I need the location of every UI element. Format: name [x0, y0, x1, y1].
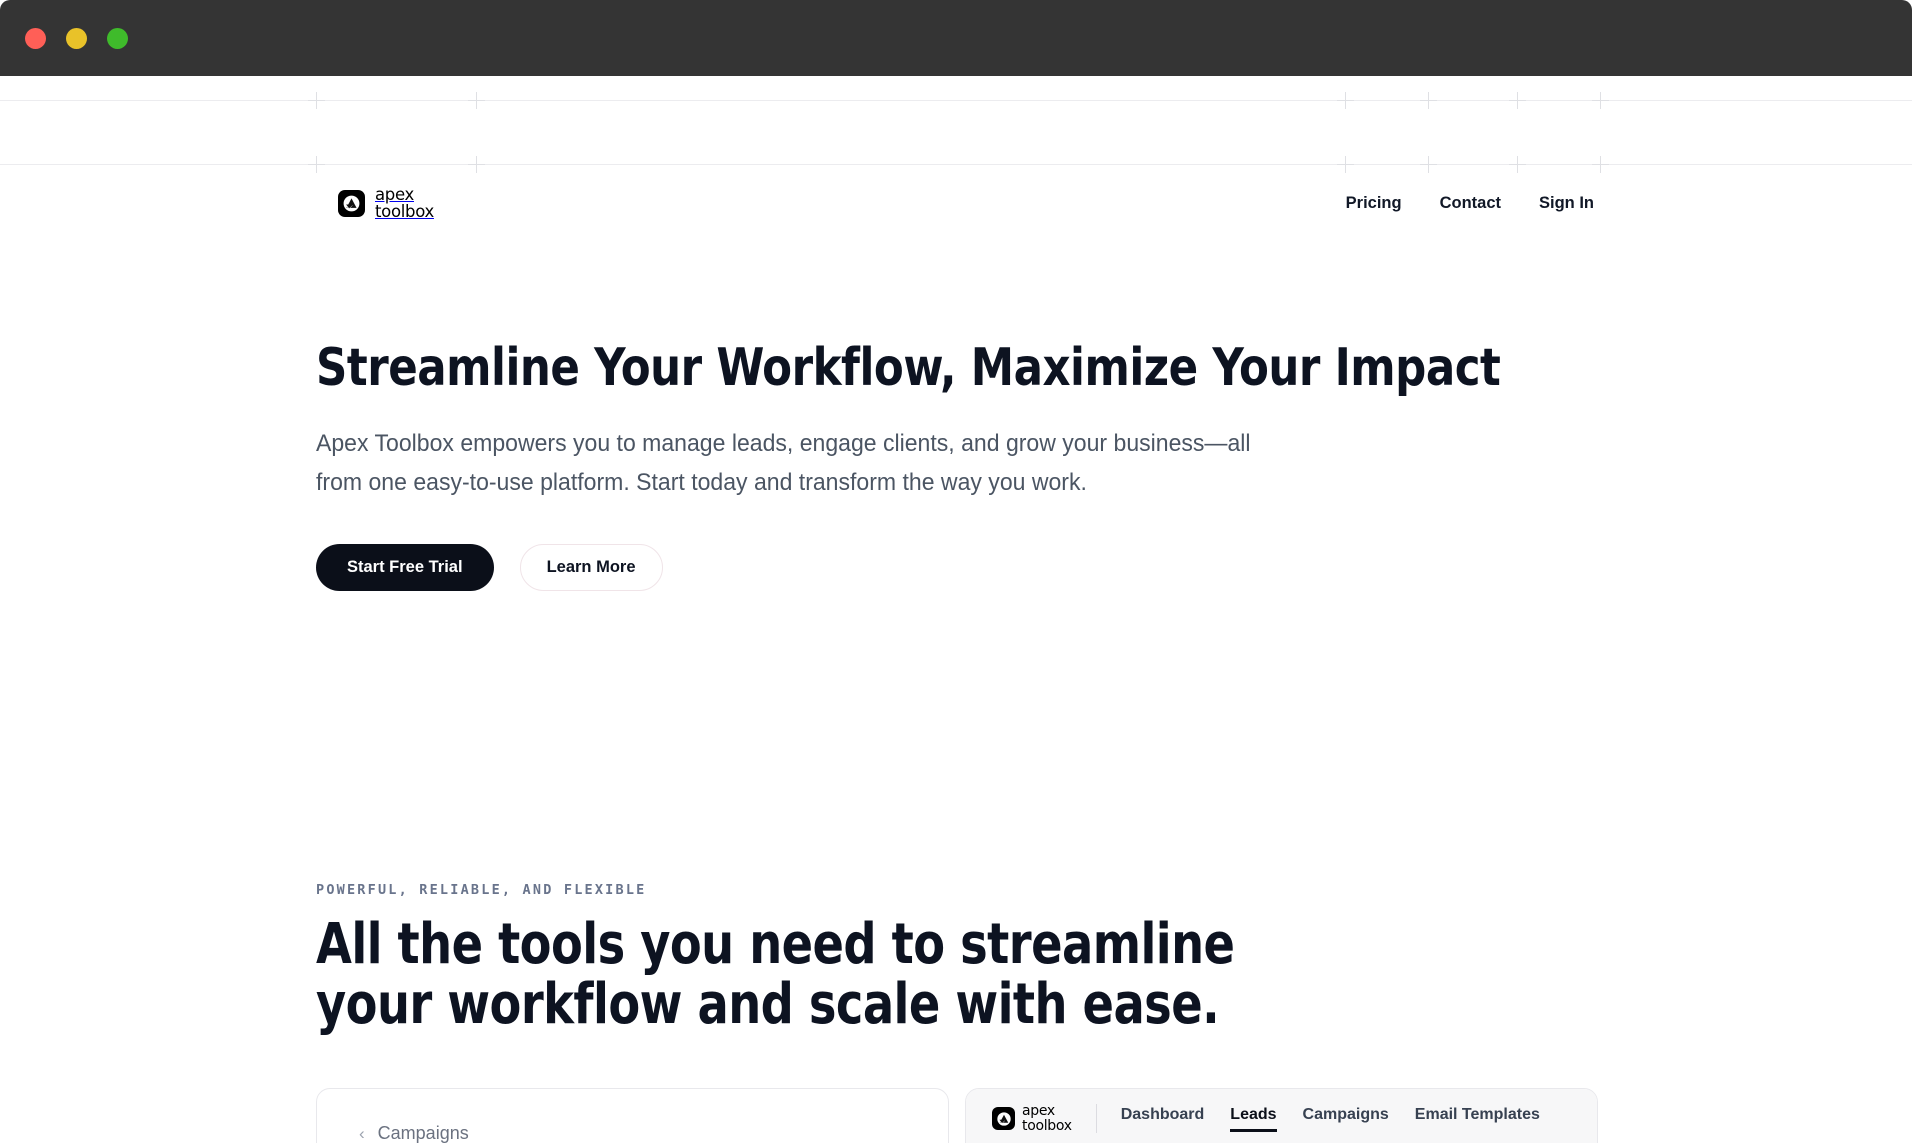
page-content: apex toolbox Pricing Contact Sign In Str…	[0, 76, 1912, 1143]
tab-dashboard[interactable]: Dashboard	[1121, 1106, 1205, 1132]
app-preview-logo-text: apex toolbox	[1022, 1104, 1072, 1133]
main-navigation: Pricing Contact Sign In	[1346, 194, 1594, 213]
app-preview-tabs: Dashboard Leads Campaigns Email Template…	[1121, 1106, 1540, 1132]
features-eyebrow: POWERFUL, RELIABLE, AND FLEXIBLE	[316, 882, 647, 898]
nav-link-sign-in[interactable]: Sign In	[1539, 194, 1594, 213]
app-logo-line2: toolbox	[1022, 1117, 1072, 1134]
app-preview-logo[interactable]: apex toolbox	[992, 1104, 1072, 1133]
window-controls	[25, 28, 128, 49]
brand-logo-text: apex toolbox	[375, 186, 434, 220]
features-heading-line1: All the tools you need to streamline	[316, 912, 1235, 977]
minimize-window-button[interactable]	[66, 28, 87, 49]
learn-more-button[interactable]: Learn More	[519, 544, 663, 591]
hero-section: Streamline Your Workflow, Maximize Your …	[316, 338, 1516, 591]
apex-logo-mark-icon	[992, 1107, 1015, 1130]
nav-link-contact[interactable]: Contact	[1440, 194, 1501, 213]
header-rule-top	[0, 100, 1912, 101]
back-link-label: Campaigns	[377, 1123, 469, 1143]
hero-cta-group: Start Free Trial Learn More	[316, 544, 1516, 591]
preview-cards: ‹ Campaigns FRU Purchase Running	[316, 1088, 1598, 1143]
chevron-left-icon: ‹	[359, 1124, 365, 1143]
site-header	[0, 76, 1912, 173]
hero-subtitle: Apex Toolbox empowers you to manage lead…	[316, 430, 1251, 496]
apex-logo-mark-icon	[338, 189, 365, 217]
back-to-campaigns-link[interactable]: ‹ Campaigns	[359, 1123, 906, 1143]
window-titlebar	[0, 0, 1912, 76]
features-heading: All the tools you need to streamline you…	[316, 915, 1512, 1035]
tab-email-templates[interactable]: Email Templates	[1415, 1106, 1540, 1132]
features-heading-line2: your workflow and scale with ease.	[316, 972, 1220, 1037]
hero-title: Streamline Your Workflow, Maximize Your …	[316, 338, 1501, 398]
header-divider	[1095, 1104, 1097, 1133]
start-free-trial-button[interactable]: Start Free Trial	[316, 544, 494, 591]
features-section: POWERFUL, RELIABLE, AND FLEXIBLE All the…	[316, 882, 1616, 1035]
app-window: apex toolbox Pricing Contact Sign In Str…	[0, 0, 1912, 1143]
tab-campaigns[interactable]: Campaigns	[1303, 1106, 1389, 1132]
app-preview-header: apex toolbox Dashboard Leads Campaigns E…	[966, 1089, 1597, 1143]
app-preview-card: apex toolbox Dashboard Leads Campaigns E…	[965, 1088, 1598, 1143]
tab-leads[interactable]: Leads	[1230, 1106, 1277, 1132]
campaign-preview-card: ‹ Campaigns FRU Purchase Running	[316, 1088, 949, 1143]
nav-link-pricing[interactable]: Pricing	[1346, 194, 1402, 213]
brand-logo[interactable]: apex toolbox	[338, 186, 434, 220]
header-rule-bottom	[0, 164, 1912, 165]
maximize-window-button[interactable]	[107, 28, 128, 49]
close-window-button[interactable]	[25, 28, 46, 49]
brand-logo-line2: toolbox	[375, 202, 434, 221]
